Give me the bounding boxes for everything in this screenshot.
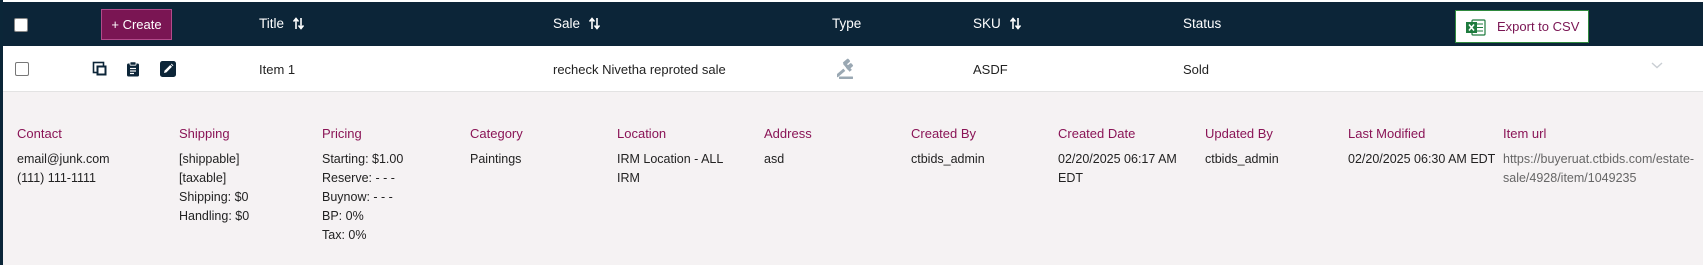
detail-created-date: Created Date 02/20/2025 06:17 AM EDT bbox=[1058, 126, 1177, 188]
column-header-sku[interactable]: SKU bbox=[973, 16, 1021, 31]
detail-label: Item url bbox=[1503, 126, 1547, 141]
detail-value: [shippable] bbox=[179, 152, 240, 166]
detail-label: Contact bbox=[17, 126, 62, 141]
detail-category: Category Paintings bbox=[470, 126, 523, 169]
detail-address: Address asd bbox=[764, 126, 812, 169]
select-all-checkbox[interactable] bbox=[14, 18, 28, 32]
detail-value: EDT bbox=[1058, 171, 1083, 185]
clipboard-icon[interactable] bbox=[125, 61, 141, 77]
detail-value: Handling: $0 bbox=[179, 209, 250, 223]
detail-label: Pricing bbox=[322, 126, 362, 141]
row-status: Sold bbox=[1183, 62, 1210, 77]
detail-item-url: Item url https://buyeruat.ctbids.com/est… bbox=[1503, 126, 1694, 188]
column-status-label: Status bbox=[1183, 16, 1222, 31]
detail-label: Address bbox=[764, 126, 812, 141]
detail-contact: Contact email@junk.com (111) 111-1111 bbox=[17, 126, 110, 188]
column-type-label: Type bbox=[832, 16, 862, 31]
row-sku: ASDF bbox=[973, 62, 1008, 77]
gavel-icon bbox=[837, 58, 854, 79]
row-title: Item 1 bbox=[259, 62, 296, 77]
detail-label: Created By bbox=[911, 126, 977, 141]
detail-pricing: Pricing Starting: $1.00 Reserve: - - - B… bbox=[322, 126, 403, 245]
item-url-link[interactable]: sale/4928/item/1049235 bbox=[1503, 169, 1694, 188]
detail-value: IRM bbox=[617, 171, 640, 185]
detail-label: Last Modified bbox=[1348, 126, 1426, 141]
detail-label: Created Date bbox=[1058, 126, 1136, 141]
column-sku-label: SKU bbox=[973, 16, 1001, 31]
column-header-type: Type bbox=[832, 16, 861, 31]
column-sale-label: Sale bbox=[553, 16, 581, 31]
detail-label: Location bbox=[617, 126, 667, 141]
detail-value: Shipping: $0 bbox=[179, 190, 249, 204]
detail-label: Shipping bbox=[179, 126, 230, 141]
export-csv-button[interactable]: Export to CSV bbox=[1455, 10, 1589, 43]
column-header-sale[interactable]: Sale bbox=[553, 16, 600, 31]
detail-value: IRM Location - ALL bbox=[617, 152, 724, 166]
detail-value: [taxable] bbox=[179, 171, 227, 185]
detail-value: Paintings bbox=[470, 152, 522, 166]
column-header-title[interactable]: Title bbox=[259, 16, 304, 31]
sort-icon bbox=[588, 17, 600, 30]
detail-value: Reserve: - - - bbox=[322, 171, 395, 185]
column-title-label: Title bbox=[259, 16, 285, 31]
detail-value: 02/20/2025 06:17 AM bbox=[1058, 152, 1177, 166]
row-sale: recheck Nivetha reproted sale bbox=[553, 62, 726, 77]
column-header-status: Status bbox=[1183, 16, 1221, 31]
create-button[interactable]: + Create bbox=[101, 9, 172, 40]
item-url-link[interactable]: https://buyeruat.ctbids.com/estate- bbox=[1503, 150, 1694, 169]
detail-value: ctbids_admin bbox=[911, 152, 985, 166]
table-row[interactable]: Item 1 recheck Nivetha reproted sale ASD… bbox=[3, 46, 1703, 92]
export-csv-label: Export to CSV bbox=[1497, 19, 1580, 34]
sort-icon bbox=[292, 17, 304, 30]
detail-value: BP: 0% bbox=[322, 209, 364, 223]
detail-value: Starting: $1.00 bbox=[322, 152, 404, 166]
chevron-down-icon[interactable] bbox=[1650, 60, 1664, 70]
edit-icon[interactable] bbox=[160, 61, 176, 77]
table-header: + Create Title Sale Type SKU Status Expo… bbox=[3, 2, 1703, 46]
contact-phone: (111) 111-1111 bbox=[17, 171, 96, 185]
detail-updated-by: Updated By ctbids_admin bbox=[1205, 126, 1279, 169]
contact-email: email@junk.com bbox=[17, 152, 110, 166]
detail-last-modified: Last Modified 02/20/2025 06:30 AM EDT bbox=[1348, 126, 1495, 169]
detail-value: asd bbox=[764, 152, 785, 166]
excel-icon bbox=[1466, 19, 1486, 36]
sort-icon bbox=[1009, 17, 1021, 30]
detail-value: Tax: 0% bbox=[322, 228, 367, 242]
detail-created-by: Created By ctbids_admin bbox=[911, 126, 985, 169]
row-details-panel: Contact email@junk.com (111) 111-1111 Sh… bbox=[3, 92, 1703, 265]
detail-value: Buynow: - - - bbox=[322, 190, 393, 204]
duplicate-icon[interactable] bbox=[92, 61, 108, 77]
detail-label: Category bbox=[470, 126, 523, 141]
row-select-checkbox[interactable] bbox=[15, 62, 29, 76]
detail-location: Location IRM Location - ALL IRM bbox=[617, 126, 723, 188]
detail-shipping: Shipping [shippable] [taxable] Shipping:… bbox=[179, 126, 249, 226]
detail-value: ctbids_admin bbox=[1205, 152, 1279, 166]
detail-label: Updated By bbox=[1205, 126, 1273, 141]
items-table: + Create Title Sale Type SKU Status Expo… bbox=[0, 0, 1703, 265]
detail-value: 02/20/2025 06:30 AM EDT bbox=[1348, 152, 1496, 166]
